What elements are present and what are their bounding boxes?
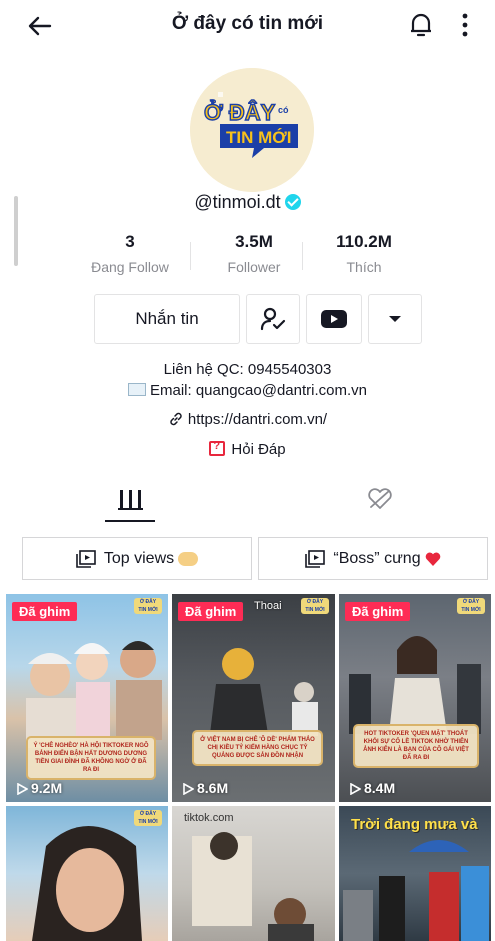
stat-divider: [190, 242, 191, 270]
bell-icon[interactable]: [408, 10, 434, 40]
channel-watermark-icon: Ở ĐÂY TIN MỚI: [457, 598, 485, 614]
channel-watermark-icon: Ở ĐÂY TIN MỚI: [134, 598, 162, 614]
envelope-icon: [127, 383, 146, 396]
channel-watermark-icon: Ở ĐÂY TIN MỚI: [134, 810, 162, 826]
logo-text-small: có: [278, 105, 289, 115]
video-thumbnail[interactable]: Thoai Ở ĐÂY TIN MỚI Đã ghim Ở VIỆT NAM BỊ…: [172, 594, 335, 802]
view-count: 8.4M: [349, 780, 395, 796]
caret-down-icon: [389, 316, 401, 322]
logo-text-top: Ở ĐÂY: [204, 100, 276, 125]
video-overlay-text: tiktok.com: [184, 812, 234, 824]
red-heart-emoji-icon: [425, 552, 440, 566]
stat-followers[interactable]: 3.5M Follower: [194, 232, 314, 275]
stat-label: Follower: [227, 259, 281, 275]
video-thumbnail[interactable]: Ở ĐÂY TIN MỚI Đã ghim HOT TIKTOKER 'QUEN …: [339, 594, 491, 802]
video-caption: HOT TIKTOKER 'QUEN MẶT' THOÁT KHỎI SỰ CỐ…: [353, 724, 479, 768]
more-vertical-icon[interactable]: [458, 10, 472, 40]
bio-link-row[interactable]: https://dantri.com.vn/: [0, 411, 495, 428]
grid-icon[interactable]: [106, 484, 156, 514]
stat-label: Thích: [346, 259, 382, 275]
bio-link: https://dantri.com.vn/: [187, 411, 328, 428]
bio-contact: Liên hệ QC: 0945540303: [163, 361, 332, 378]
thumbnail-image: [349, 636, 481, 734]
play-icon: [350, 782, 362, 796]
top-bar: Ở đây có tin mới: [0, 0, 495, 50]
thumbnail-image: [210, 648, 318, 736]
message-button[interactable]: Nhắn tin: [94, 294, 240, 344]
link-icon: [170, 412, 182, 426]
video-caption: Ở VIỆT NAM BỊ CHÊ 'Ô DỀ' PHẢM THẢO CHỊ K…: [192, 730, 323, 766]
play-icon: [17, 782, 29, 796]
pinned-badge: Đã ghim: [345, 602, 411, 621]
view-count: 9.2M: [16, 780, 62, 796]
playlist-label: Top views: [103, 549, 175, 567]
logo-text-bottom: TIN MỚI: [226, 128, 292, 147]
playlist-label: “Boss” cưng: [333, 549, 421, 567]
username-row: @tinmoi.dt: [0, 192, 495, 213]
playlist-icon: [305, 549, 326, 568]
video-thumbnail[interactable]: Ở ĐÂY TIN MỚI Đã ghim Ý 'CHÊ NGHÈO' HÀ HỘ…: [6, 594, 168, 802]
username: @tinmoi.dt: [194, 192, 281, 212]
playlist-top-views[interactable]: Top views: [22, 537, 252, 580]
qa-label: Hỏi Đáp: [231, 441, 286, 458]
channel-watermark-icon: Ở ĐÂY TIN MỚI: [301, 598, 329, 614]
add-friend-button[interactable]: [246, 294, 300, 344]
stat-likes[interactable]: 110.2M Thích: [304, 232, 424, 275]
play-icon: [183, 782, 195, 796]
playlist-boss-cung[interactable]: “Boss” cưng: [258, 537, 488, 580]
stat-label: Đang Follow: [91, 259, 169, 275]
video-overlay-text: Thoai: [254, 600, 282, 612]
message-button-label: Nhắn tin: [135, 309, 199, 328]
hidden-heart-icon[interactable]: [366, 487, 394, 511]
avatar[interactable]: Ở ĐÂY có TIN MỚI: [190, 68, 314, 192]
stat-value: 3: [125, 232, 135, 251]
channel-logo: Ở ĐÂY có TIN MỚI: [190, 68, 314, 192]
add-friend-icon: [260, 307, 286, 331]
praying-hands-emoji-icon: [178, 551, 199, 566]
video-thumbnail[interactable]: Trời đang mưa và: [339, 806, 491, 941]
youtube-button[interactable]: [306, 294, 362, 344]
video-thumbnail[interactable]: Ở ĐÂY TIN MỚI: [6, 806, 168, 941]
qa-button[interactable]: Hỏi Đáp: [0, 440, 495, 458]
stat-divider: [302, 242, 303, 270]
thumbnail-image: [32, 826, 142, 941]
view-count-value: 8.4M: [364, 780, 396, 796]
view-count-value: 9.2M: [31, 780, 63, 796]
stat-value: 110.2M: [336, 232, 392, 251]
pinned-badge: Đã ghim: [178, 602, 244, 621]
verified-badge-icon: [284, 194, 301, 210]
active-tab-indicator: [105, 520, 155, 522]
video-overlay-text: Trời đang mưa và: [351, 816, 478, 833]
view-count-value: 8.6M: [197, 780, 229, 796]
bio-email: Email: quangcao@dantri.com.vn: [149, 382, 367, 399]
stat-following[interactable]: 3 Đang Follow: [70, 232, 190, 275]
youtube-icon: [321, 310, 347, 328]
playlist-icon: [76, 549, 96, 568]
pinned-badge: Đã ghim: [12, 602, 78, 621]
thumbnail-image: [192, 832, 314, 941]
view-count: 8.6M: [182, 780, 228, 796]
bio-email-row: Email: quangcao@dantri.com.vn: [0, 382, 495, 399]
video-caption: Ý 'CHÊ NGHÈO' HÀ HỘI TIKTOKER NGÔ BẢNH Đ…: [26, 736, 156, 780]
video-thumbnail[interactable]: tiktok.com: [172, 806, 335, 941]
question-icon: [209, 440, 226, 456]
stat-value: 3.5M: [235, 232, 273, 251]
more-options-button[interactable]: [368, 294, 422, 344]
